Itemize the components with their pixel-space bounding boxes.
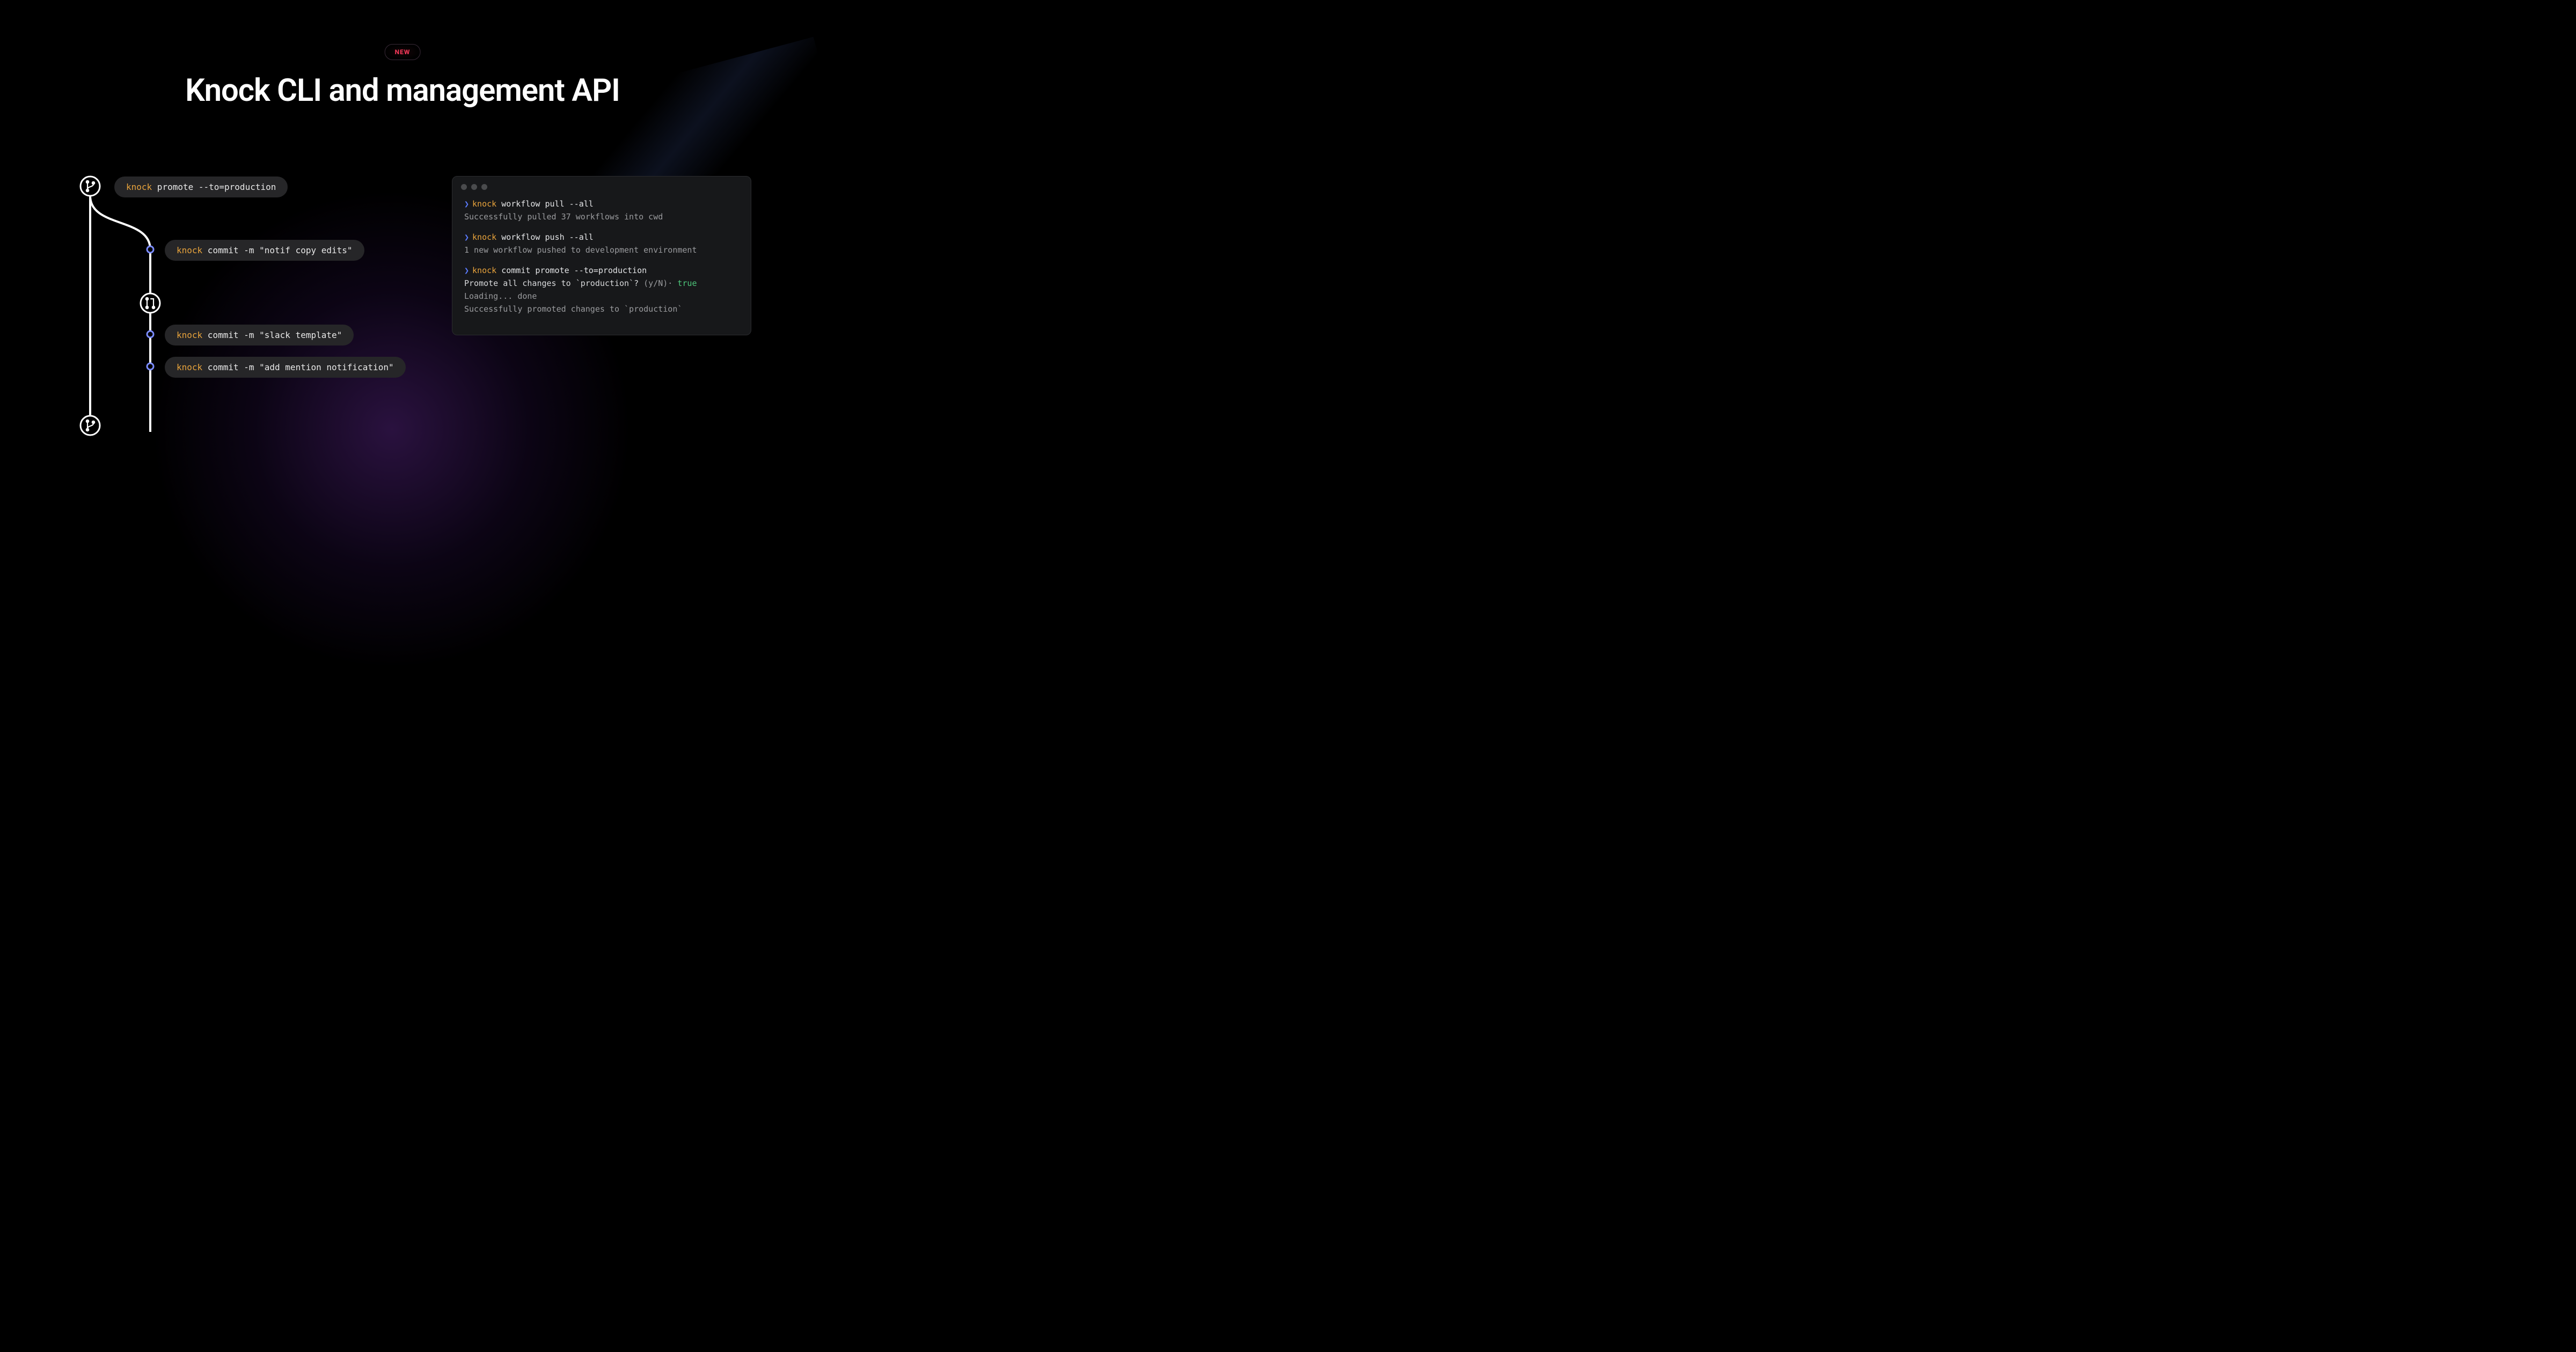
commit-text: promote --to=production xyxy=(152,182,276,192)
question-text: Promote all changes to `production`? xyxy=(464,278,639,288)
terminal-command-line: ❯knock commit promote --to=production xyxy=(464,264,739,277)
commit-keyword: knock xyxy=(177,362,202,372)
commit-text: commit -m "notif copy edits" xyxy=(202,245,352,255)
terminal-command-line: ❯knock workflow push --all xyxy=(464,231,739,244)
prompt-icon: ❯ xyxy=(464,199,469,209)
terminal-block-0: ❯knock workflow pull --all Successfully … xyxy=(464,197,739,223)
terminal-keyword: knock xyxy=(472,266,496,275)
terminal-block-1: ❯knock workflow push --all 1 new workflo… xyxy=(464,231,739,256)
commit-pill-2: knock commit -m "slack template" xyxy=(165,325,354,346)
commit-keyword: knock xyxy=(177,245,202,255)
terminal-cmd: workflow pull --all xyxy=(496,199,594,209)
commit-text: commit -m "slack template" xyxy=(202,330,342,340)
terminal-command-line: ❯knock workflow pull --all xyxy=(464,197,739,210)
terminal-question: Promote all changes to `production`? (y/… xyxy=(464,277,739,290)
commit-pill-0: knock promote --to=production xyxy=(114,177,288,197)
new-badge: NEW xyxy=(385,44,421,60)
commit-keyword: knock xyxy=(126,182,152,192)
terminal-output: Successfully promoted changes to `produc… xyxy=(464,303,739,315)
window-dot-icon xyxy=(471,184,477,190)
terminal-output: Successfully pulled 37 workflows into cw… xyxy=(464,210,739,223)
terminal-keyword: knock xyxy=(472,232,496,242)
commit-text: commit -m "add mention notification" xyxy=(202,362,393,372)
terminal-output: 1 new workflow pushed to development env… xyxy=(464,244,739,256)
terminal-keyword: knock xyxy=(472,199,496,209)
terminal-cmd: workflow push --all xyxy=(496,232,594,242)
prompt-icon: ❯ xyxy=(464,232,469,242)
question-answer: true xyxy=(677,278,697,288)
question-hint: (y/N)· xyxy=(643,278,672,288)
terminal-block-2: ❯knock commit promote --to=production Pr… xyxy=(464,264,739,315)
window-controls xyxy=(452,177,751,195)
git-graph-icon xyxy=(78,174,174,443)
page-title: Knock CLI and management API xyxy=(185,72,620,109)
commit-pill-3: knock commit -m "add mention notificatio… xyxy=(165,357,406,378)
commit-pill-1: knock commit -m "notif copy edits" xyxy=(165,240,364,261)
prompt-icon: ❯ xyxy=(464,266,469,275)
terminal-output: Loading... done xyxy=(464,290,739,303)
window-dot-icon xyxy=(481,184,487,190)
commit-keyword: knock xyxy=(177,330,202,340)
terminal-body: ❯knock workflow pull --all Successfully … xyxy=(452,195,751,315)
terminal-cmd: commit promote --to=production xyxy=(496,266,647,275)
terminal-window: ❯knock workflow pull --all Successfully … xyxy=(452,176,751,335)
window-dot-icon xyxy=(461,184,467,190)
